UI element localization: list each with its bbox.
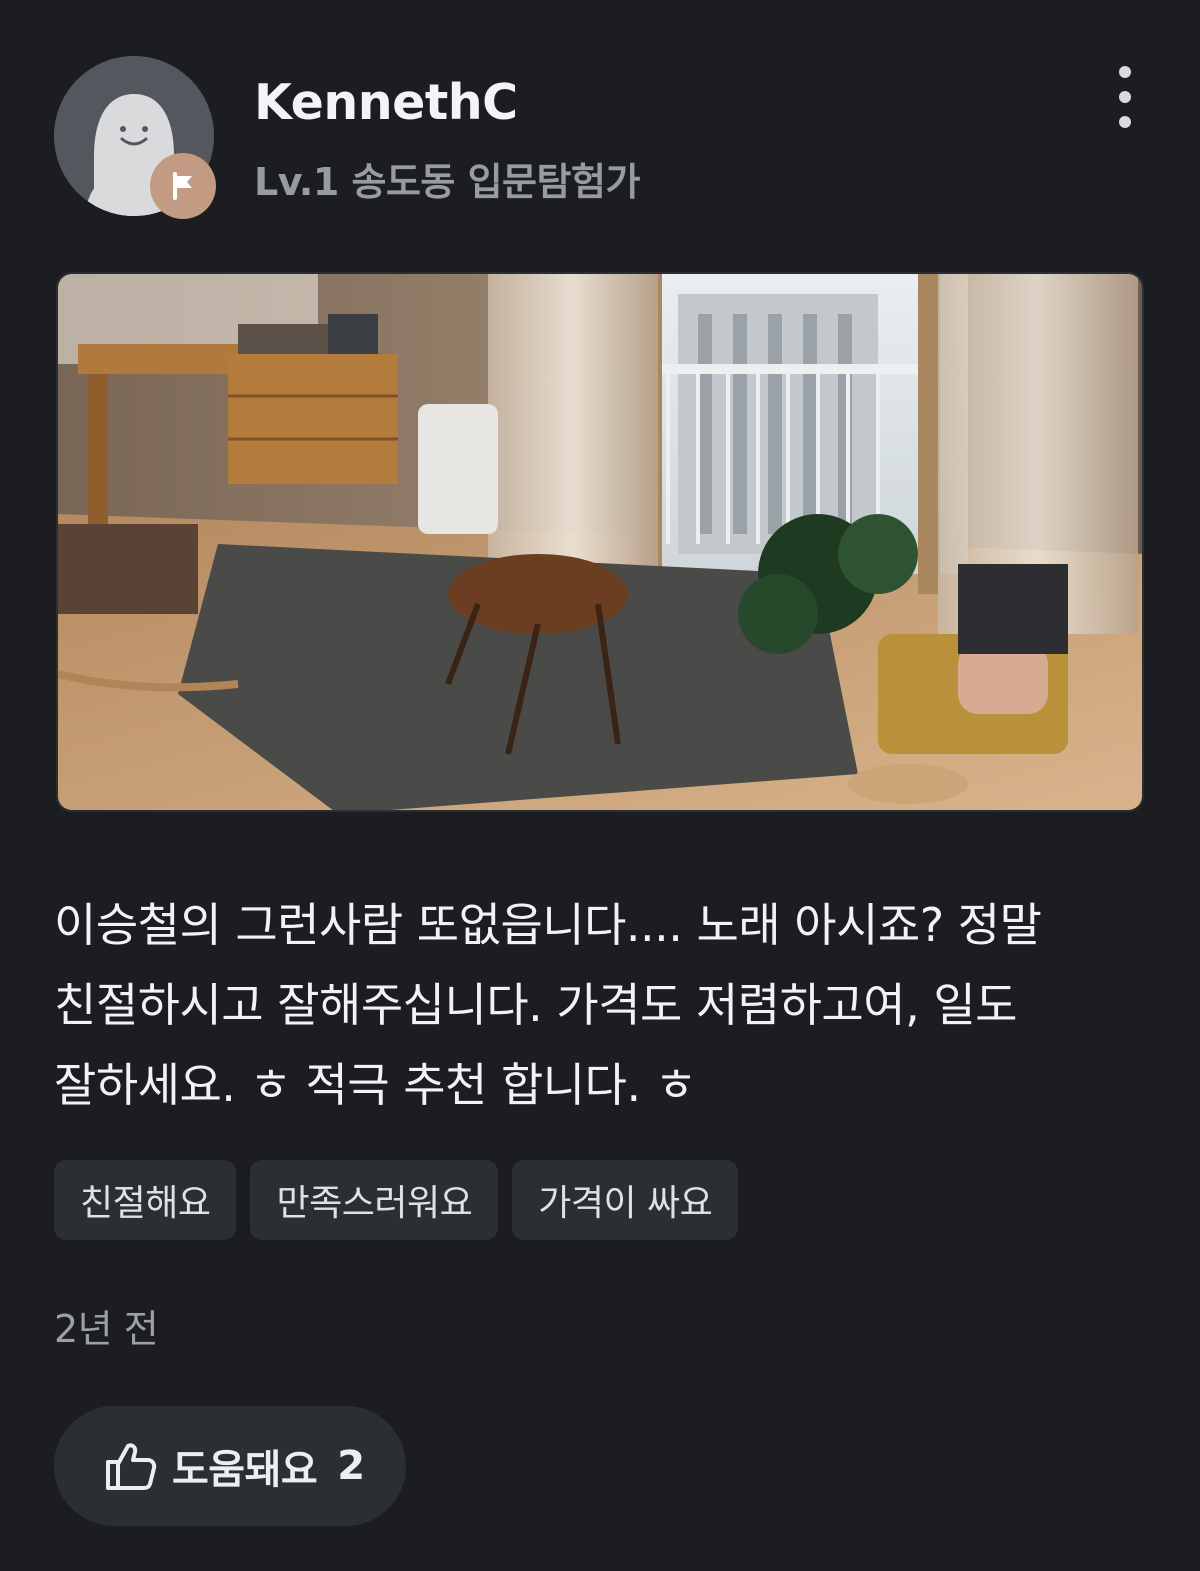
- flag-icon: [173, 172, 192, 200]
- author-level: Lv.1 송도동 입문탐험가: [254, 160, 640, 204]
- review-text-line: 잘하세요. ㅎ 적극 추천 합니다. ㅎ: [54, 1058, 697, 1112]
- author-name[interactable]: KennethC: [254, 74, 518, 131]
- review-photo[interactable]: [56, 272, 1144, 812]
- helpful-button[interactable]: 도움돼요 2: [54, 1406, 406, 1526]
- tag-chip: 가격이 싸요: [512, 1160, 739, 1240]
- thumbs-up-icon: [106, 1443, 157, 1490]
- review-text: 이승철의 그런사람 또없읍니다.... 노래 아시죠? 정말 친절하시고 잘해주…: [54, 885, 1146, 1125]
- more-dot-icon: [1119, 116, 1131, 128]
- living-room-photo: [58, 274, 1142, 810]
- more-options-button[interactable]: [1100, 60, 1150, 134]
- more-dot-icon: [1119, 91, 1131, 103]
- review-header: KennethC Lv.1 송도동 입문탐험가: [54, 56, 1146, 219]
- more-dot-icon: [1119, 66, 1131, 78]
- review-text-line: 친절하시고 잘해주십니다. 가격도 저렴하고여, 일도: [54, 978, 1017, 1032]
- review-text-line: 이승철의 그런사람 또없읍니다.... 노래 아시죠? 정말: [54, 898, 1042, 952]
- flag-badge: [150, 153, 216, 219]
- tag-chip: 만족스러워요: [250, 1160, 499, 1240]
- review-timestamp: 2년 전: [54, 1307, 159, 1351]
- review-tags: 친절해요 만족스러워요 가격이 싸요: [54, 1160, 739, 1240]
- helpful-label: 도움돼요: [172, 1447, 318, 1493]
- tag-chip: 친절해요: [54, 1160, 237, 1240]
- helpful-count: 2: [337, 1443, 366, 1489]
